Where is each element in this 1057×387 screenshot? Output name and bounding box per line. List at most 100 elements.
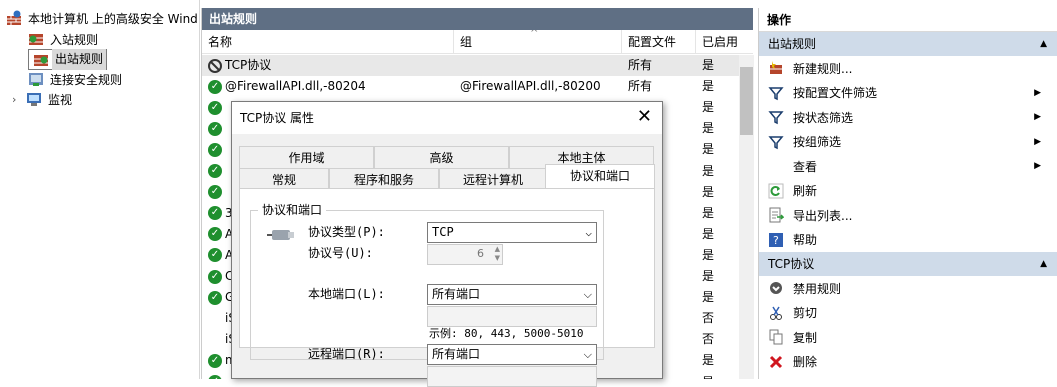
tree-item-inbound[interactable]: 入站规则: [28, 29, 101, 49]
submenu-arrow-icon: ▶: [1034, 112, 1041, 123]
section-label: TCP协议: [768, 257, 815, 271]
help-icon: ?: [768, 232, 784, 248]
column-name[interactable]: 名称: [202, 30, 454, 53]
tab-advanced[interactable]: 高级: [374, 146, 509, 168]
collapse-icon[interactable]: ▲: [1040, 32, 1047, 56]
export-icon: [768, 207, 785, 223]
action-item[interactable]: 刷新: [759, 179, 1057, 204]
remote-port-label: 远程端口(R):: [308, 347, 385, 361]
action-item[interactable]: 查看 ▶: [759, 154, 1057, 179]
outbound-rules-icon: [33, 52, 49, 68]
column-profile[interactable]: 配置文件: [622, 30, 696, 53]
local-port-input[interactable]: [427, 306, 597, 327]
disable-icon: [768, 280, 784, 296]
remote-port-value: 所有端口: [432, 347, 481, 361]
collapse-icon[interactable]: ▲: [1040, 252, 1047, 276]
action-item[interactable]: ? 帮助: [759, 228, 1057, 253]
rule-enabled: 是: [702, 163, 715, 178]
blank-icon: [768, 158, 784, 174]
enabled-check-icon: ✓: [208, 227, 222, 242]
rule-enabled: 是: [702, 353, 715, 368]
actions-list-outbound: 新建规则... 按配置文件筛选 ▶ 按状态筛选 ▶ 按组筛选 ▶ 查看 ▶ 刷新 导出列表...? 帮…: [759, 56, 1057, 252]
rule-enabled: 是: [702, 269, 715, 283]
table-row[interactable]: TCP协议 所有 是: [202, 55, 739, 76]
action-item[interactable]: 复制: [759, 325, 1057, 350]
action-label: 刷新: [793, 184, 818, 199]
filter-icon: [768, 85, 784, 101]
tab-general[interactable]: 常规: [239, 168, 329, 190]
rule-enabled: 是: [702, 142, 715, 157]
action-item[interactable]: 禁用规则: [759, 276, 1057, 301]
action-label: 复制: [793, 330, 818, 345]
action-label: 按组筛选: [793, 135, 842, 150]
action-label: 剪切: [793, 306, 818, 321]
submenu-arrow-icon: ▶: [1034, 87, 1041, 98]
expand-chevron-icon[interactable]: ›: [12, 93, 26, 106]
blocked-icon: [208, 58, 222, 73]
action-item[interactable]: 新建规则...: [759, 56, 1057, 81]
remote-port-select[interactable]: 所有端口 ⌵: [427, 344, 597, 365]
tree-item-outbound[interactable]: 出站规则: [28, 49, 108, 70]
protocol-type-select[interactable]: TCP ⌵: [427, 222, 597, 243]
actions-pane: 操作 出站规则 ▲ 新建规则... 按配置文件筛选 ▶ 按状态筛选 ▶ 按组筛选 ▶ 查看 ▶ 刷新…: [758, 8, 1057, 379]
chevron-down-icon: ⌵: [583, 348, 592, 361]
vertical-scrollbar[interactable]: [739, 55, 754, 379]
action-item[interactable]: 按配置文件筛选 ▶: [759, 81, 1057, 106]
action-item[interactable]: 按状态筛选 ▶: [759, 105, 1057, 130]
rule-enabled: 是: [702, 79, 715, 94]
cut-icon: [768, 305, 784, 321]
tab-programs-services[interactable]: 程序和服务: [329, 168, 439, 190]
scroll-thumb[interactable]: [740, 67, 753, 135]
refresh-icon: [768, 183, 784, 199]
tree-root[interactable]: 本地计算机 上的高级安全 Wind: [6, 8, 199, 28]
actions-section-outbound[interactable]: 出站规则 ▲: [759, 32, 1057, 56]
enabled-check-icon: ✓: [208, 269, 222, 284]
protocol-type-value: TCP: [432, 225, 454, 239]
chevron-down-icon: ⌵: [583, 288, 592, 301]
protocol-number-stepper[interactable]: 6 ▲ ▼: [427, 244, 503, 265]
remote-port-input[interactable]: [427, 366, 597, 387]
action-item[interactable]: 导出列表...: [759, 203, 1057, 228]
tab-scope[interactable]: 作用域: [239, 146, 374, 168]
network-cable-icon: [266, 226, 296, 247]
action-item[interactable]: 按组筛选 ▶: [759, 130, 1057, 155]
tab-remote-computers[interactable]: 远程计算机: [439, 168, 547, 190]
action-label: 新建规则...: [793, 61, 853, 76]
connection-security-icon: [28, 71, 44, 87]
action-label: 帮助: [793, 233, 818, 248]
action-label: 按配置文件筛选: [793, 86, 878, 101]
protocol-type-label: 协议类型(P):: [308, 225, 385, 239]
tree-item-monitor[interactable]: › 监视: [12, 89, 75, 109]
spin-arrows-icon[interactable]: ▲ ▼: [495, 245, 500, 263]
rule-enabled: 是: [702, 205, 715, 220]
action-label: 删除: [793, 355, 818, 370]
column-group[interactable]: 组 ^: [454, 30, 622, 53]
rule-group: @FirewallAPI.dll,-80200: [460, 79, 601, 94]
rule-enabled: 是: [702, 247, 715, 262]
copy-icon: [768, 329, 784, 345]
close-icon[interactable]: ✕: [637, 107, 652, 127]
filter-icon: [768, 109, 784, 125]
console-tree: 本地计算机 上的高级安全 Wind 入站规则 出站规则 连接安全规则 › 监视: [0, 0, 200, 379]
rule-enabled: 是: [702, 58, 715, 72]
protocol-number-value: 6: [477, 247, 484, 260]
rule-profile: 所有: [628, 58, 653, 72]
svg-text:?: ?: [773, 234, 779, 247]
local-port-select[interactable]: 所有端口 ⌵: [427, 284, 597, 305]
rule-enabled: 是: [702, 226, 715, 241]
dialog-title: TCP协议 属性: [232, 102, 662, 134]
actions-section-tcp[interactable]: TCP协议 ▲: [759, 252, 1057, 276]
action-label: 按状态筛选: [793, 110, 854, 125]
section-label: 出站规则: [768, 37, 817, 51]
submenu-arrow-icon: ▶: [1034, 136, 1041, 147]
list-title: 出站规则: [202, 8, 753, 30]
tab-protocols-ports[interactable]: 协议和端口: [545, 164, 655, 188]
table-row[interactable]: ✓ @FirewallAPI.dll,-80204 @FirewallAPI.dll…: [202, 76, 739, 97]
action-item[interactable]: 剪切: [759, 301, 1057, 326]
column-enabled[interactable]: 已启用: [696, 30, 740, 53]
rule-enabled: 否: [702, 332, 715, 347]
tree-item-connection-security[interactable]: 连接安全规则: [28, 69, 125, 89]
submenu-arrow-icon: ▶: [1034, 161, 1041, 172]
action-item[interactable]: 删除: [759, 350, 1057, 375]
enabled-check-icon: ✓: [208, 248, 222, 263]
